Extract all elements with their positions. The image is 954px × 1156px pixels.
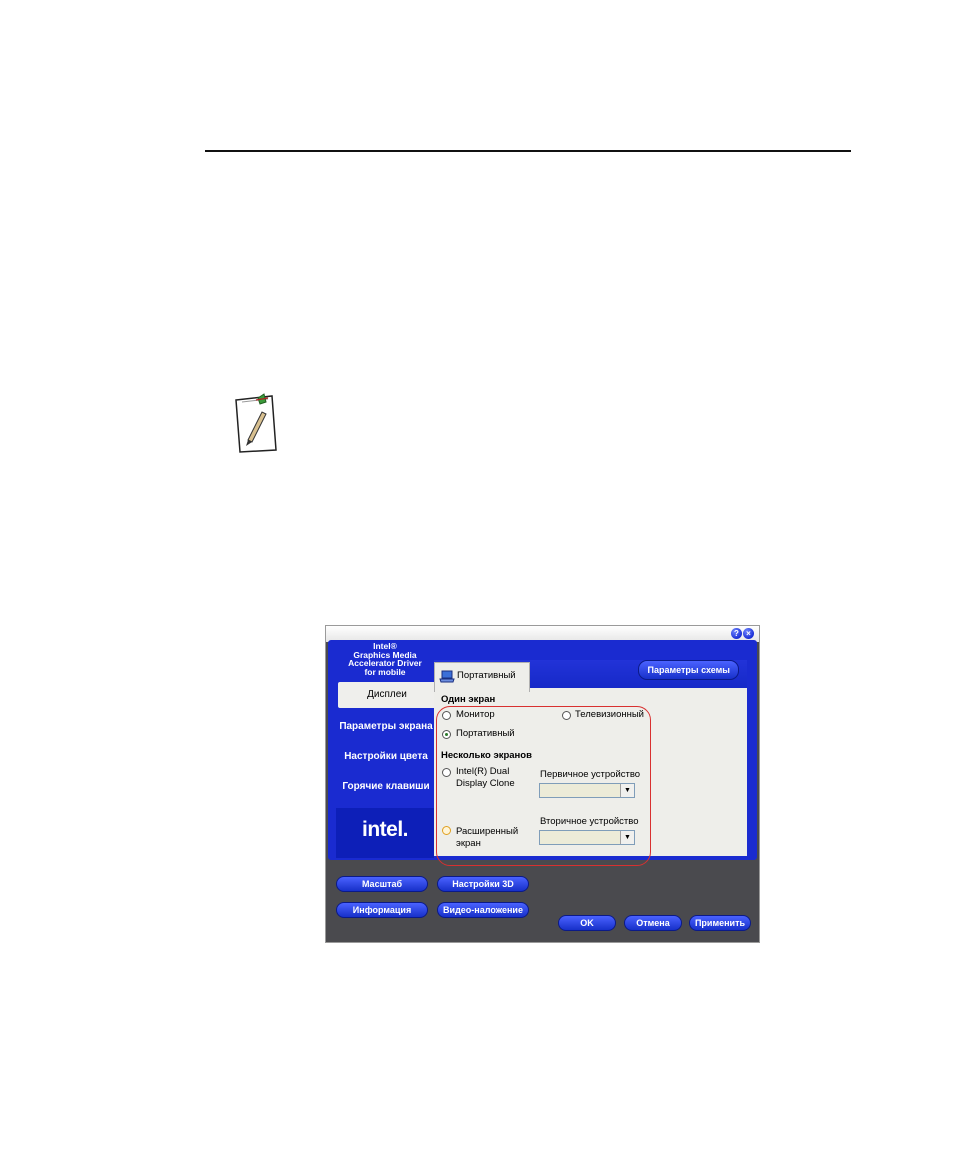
radio-extended-label-2: экран [456,838,481,849]
radio-tv-label: Телевизионный [575,709,644,720]
radio-monitor[interactable] [442,711,451,720]
sidebar-item-color-settings[interactable]: Настройки цвета [338,744,434,770]
scale-button[interactable]: Масштаб [336,876,428,892]
close-icon[interactable]: × [743,628,754,639]
content-header: Портативный Параметры схемы [434,660,747,692]
sidebar-item-displays[interactable]: Дисплеи [338,682,436,708]
video-overlay-button[interactable]: Видео-наложение [437,902,529,918]
brand-line: for mobile [364,666,406,677]
intel-logo: intel. [362,818,409,841]
radio-dual-clone-label-1: Intel(R) Dual [456,766,510,777]
content-area: Портативный Параметры схемы Один экран М… [434,660,747,856]
sidebar-item-hotkeys[interactable]: Горячие клавиши [338,774,434,800]
radio-notebook-label: Портативный [456,728,515,739]
intel-gma-dialog: ? × Intel® Graphics Media Accelerator Dr… [325,625,760,943]
note-pencil-icon [235,393,277,453]
primary-device-label: Первичное устройство [540,769,641,780]
radio-dual-clone-label-2: Display Clone [456,778,515,789]
radio-dual-clone[interactable] [442,768,451,777]
ok-button[interactable]: OK [558,915,616,931]
scheme-settings-button[interactable]: Параметры схемы [638,660,739,680]
single-display-heading: Один экран [441,694,496,705]
radio-notebook[interactable] [442,730,451,739]
radio-monitor-label: Монитор [456,709,495,720]
laptop-icon [439,670,455,683]
header-rule [205,150,851,152]
multi-display-heading: Несколько экранов [441,750,532,761]
brand-text: Intel® Graphics Media Accelerator Driver… [336,642,434,678]
sidebar: Intel® Graphics Media Accelerator Driver… [336,640,436,860]
primary-device-select[interactable]: ▼ [539,783,635,798]
main-panel: Intel® Graphics Media Accelerator Driver… [328,640,757,866]
secondary-device-select[interactable]: ▼ [539,830,635,845]
settings-3d-button[interactable]: Настройки 3D [437,876,529,892]
radio-extended-label-1: Расширенный [456,826,519,837]
tab-label: Портативный [457,670,516,681]
intel-logo-box: intel. [336,808,434,858]
radio-extended[interactable] [442,826,451,835]
sidebar-item-display-settings[interactable]: Параметры экрана [338,714,434,740]
help-icon[interactable]: ? [731,628,742,639]
apply-button[interactable]: Применить [689,915,751,931]
chevron-down-icon: ▼ [620,831,634,844]
radio-tv[interactable] [562,711,571,720]
tab-notebook[interactable]: Портативный [434,662,530,692]
secondary-device-label: Вторичное устройство [540,816,639,827]
cancel-button[interactable]: Отмена [624,915,682,931]
info-button[interactable]: Информация [336,902,428,918]
chevron-down-icon: ▼ [620,784,634,797]
